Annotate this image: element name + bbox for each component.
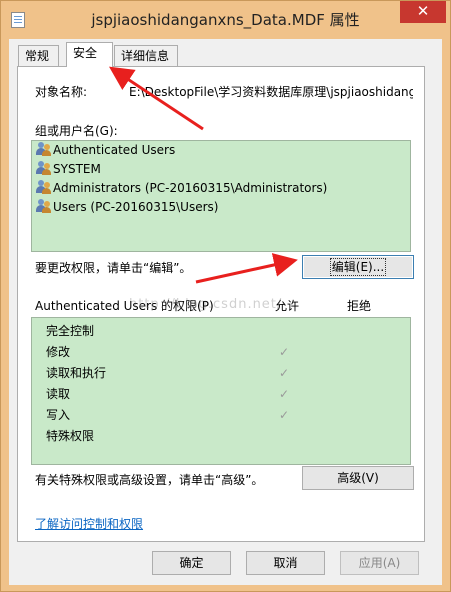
table-row: 完全控制 bbox=[32, 321, 410, 342]
tab-security[interactable]: 安全 bbox=[66, 42, 113, 67]
user-list[interactable]: Authenticated Users SYSTEM Administrator… bbox=[31, 140, 411, 252]
properties-window: jspjiaoshidanganxns_Data.MDF 属性 ✕ 常规 安全 … bbox=[0, 0, 451, 592]
deny-header: 拒绝 bbox=[347, 299, 372, 313]
object-name-value: E:\DesktopFile\学习资料数据库原理\jspjiaoshidanga… bbox=[129, 85, 413, 99]
cancel-button[interactable]: 取消 bbox=[246, 551, 325, 575]
advanced-hint: 有关特殊权限或高级设置，请单击“高级”。 bbox=[35, 473, 264, 487]
change-hint: 要更改权限，请单击“编辑”。 bbox=[35, 261, 192, 275]
user-name: SYSTEM bbox=[53, 162, 101, 176]
object-name-label: 对象名称: bbox=[35, 85, 88, 99]
window-title: jspjiaoshidanganxns_Data.MDF 属性 bbox=[91, 11, 360, 29]
edit-button-label: 编辑(E)... bbox=[329, 258, 387, 276]
close-button[interactable]: ✕ bbox=[400, 1, 446, 23]
users-icon bbox=[36, 142, 51, 156]
list-item[interactable]: Users (PC-20160315\Users) bbox=[36, 198, 218, 217]
permission-name: 完全控制 bbox=[46, 324, 95, 338]
permission-name: 特殊权限 bbox=[46, 429, 95, 443]
users-icon bbox=[36, 180, 51, 194]
check-icon: ✓ bbox=[279, 387, 290, 401]
permission-name: 写入 bbox=[46, 408, 71, 422]
users-icon bbox=[36, 161, 51, 175]
table-row: 读取和执行 ✓ bbox=[32, 363, 410, 384]
tab-details[interactable]: 详细信息 bbox=[114, 45, 178, 66]
user-name: Users (PC-20160315\Users) bbox=[53, 200, 219, 214]
edit-button[interactable]: 编辑(E)... bbox=[302, 255, 414, 279]
check-icon: ✓ bbox=[279, 366, 290, 380]
check-icon: ✓ bbox=[279, 408, 290, 422]
group-label: 组或用户名(G): bbox=[35, 124, 118, 138]
list-item[interactable]: Administrators (PC-20160315\Administrato… bbox=[36, 179, 327, 198]
apply-button[interactable]: 应用(A) bbox=[340, 551, 419, 575]
permission-name: 读取和执行 bbox=[46, 366, 107, 380]
users-icon bbox=[36, 199, 51, 213]
user-name: Administrators (PC-20160315\Administrato… bbox=[53, 181, 328, 195]
list-item[interactable]: SYSTEM bbox=[36, 160, 101, 179]
dialog-client: 常规 安全 详细信息 对象名称: E:\DesktopFile\学习资料数据库原… bbox=[9, 39, 442, 585]
table-row: 读取 ✓ bbox=[32, 384, 410, 405]
table-row: 修改 ✓ bbox=[32, 342, 410, 363]
table-row: 特殊权限 bbox=[32, 426, 410, 447]
user-name: Authenticated Users bbox=[53, 143, 176, 157]
permission-name: 修改 bbox=[46, 345, 71, 359]
learn-access-control-link[interactable]: 了解访问控制和权限 bbox=[35, 515, 143, 532]
permissions-list: 完全控制 修改 ✓ 读取和执行 ✓ 读取 ✓ 写入 ✓ 特殊权限 bbox=[31, 317, 411, 465]
ok-button[interactable]: 确定 bbox=[152, 551, 231, 575]
list-item[interactable]: Authenticated Users bbox=[36, 141, 175, 160]
tab-general[interactable]: 常规 bbox=[18, 45, 59, 66]
permission-name: 读取 bbox=[46, 387, 71, 401]
advanced-button[interactable]: 高级(V) bbox=[302, 466, 414, 490]
watermark: http://blog.csdn.net/ bbox=[129, 297, 283, 312]
table-row: 写入 ✓ bbox=[32, 405, 410, 426]
title-bar[interactable]: jspjiaoshidanganxns_Data.MDF 属性 ✕ bbox=[1, 1, 450, 39]
check-icon: ✓ bbox=[279, 345, 290, 359]
